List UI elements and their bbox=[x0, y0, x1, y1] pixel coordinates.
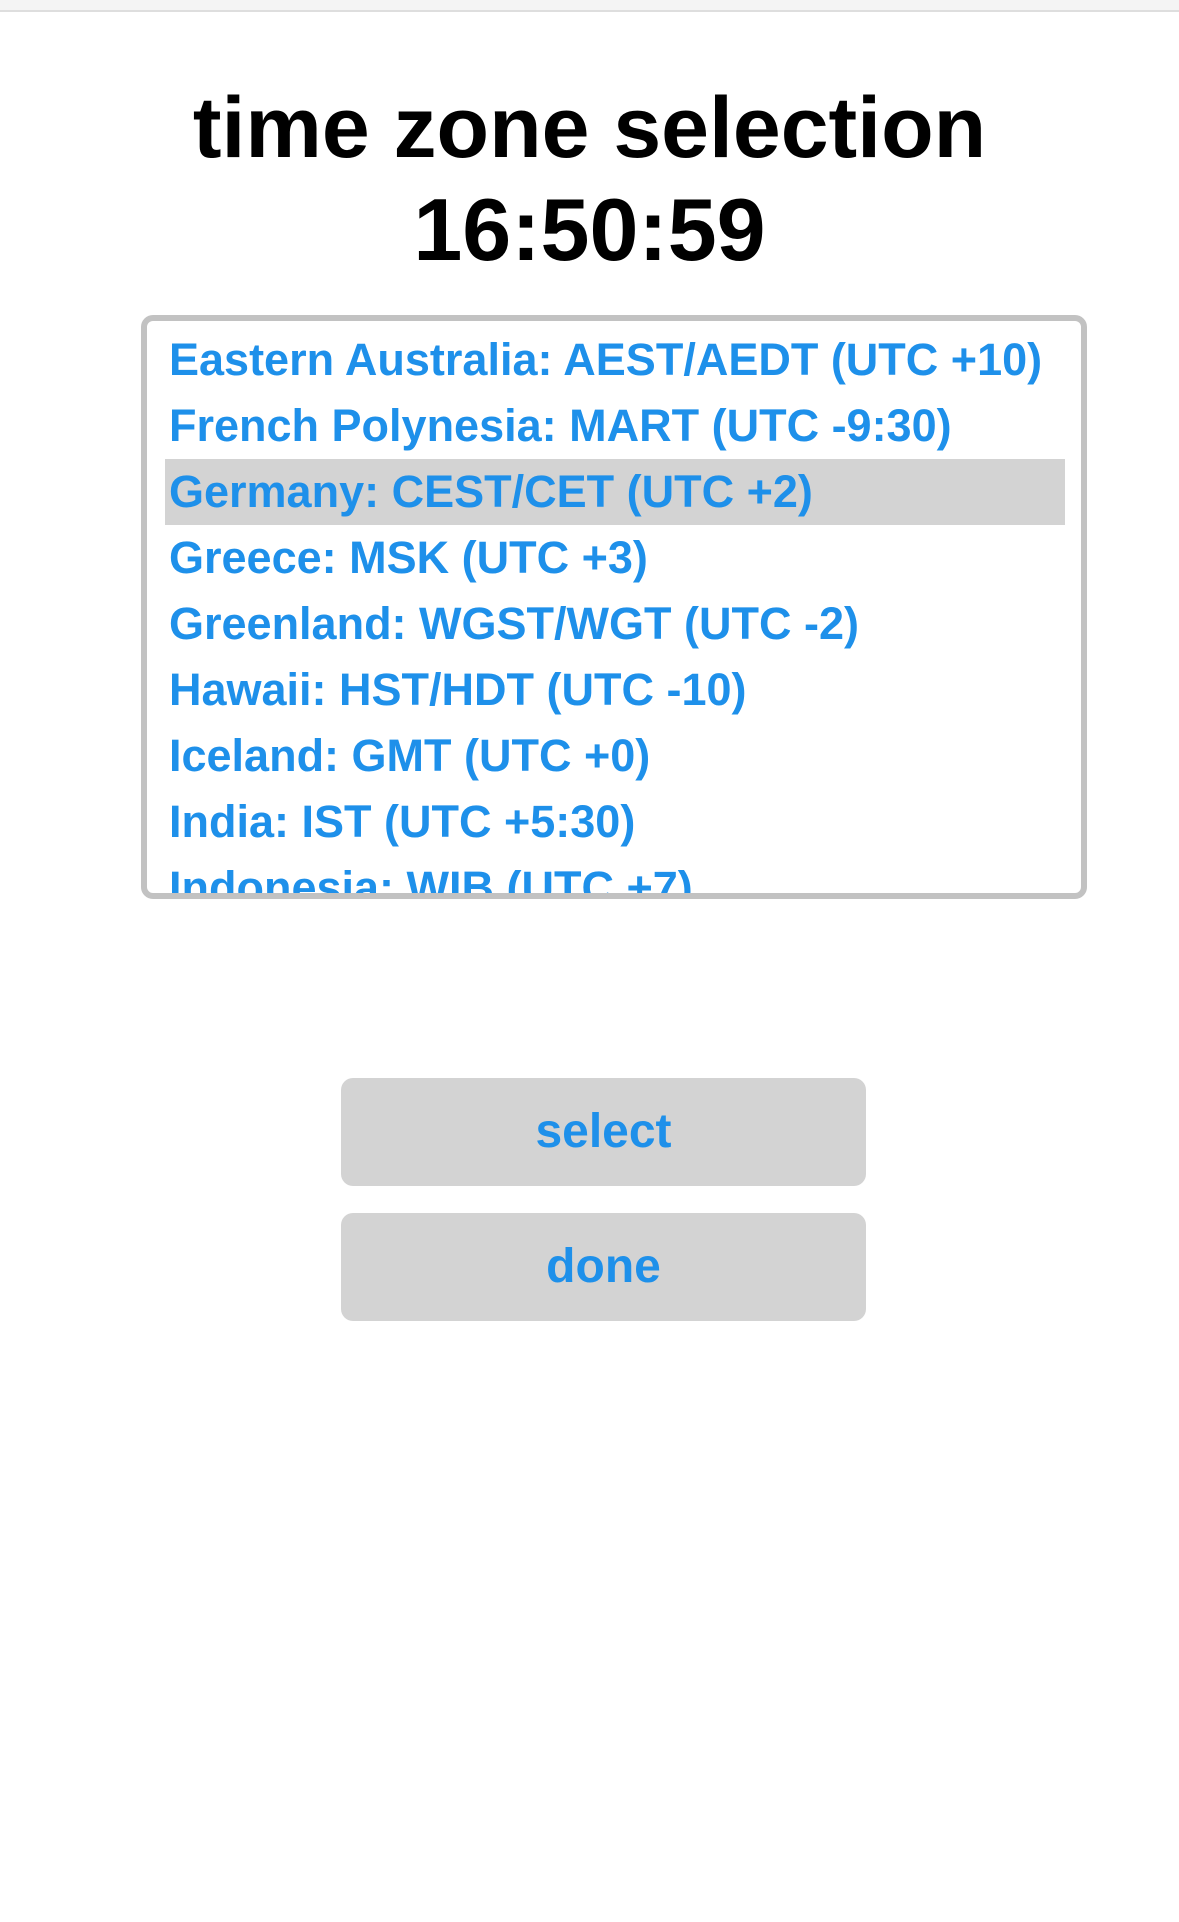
select-button[interactable]: select bbox=[341, 1078, 866, 1186]
timezone-option[interactable]: India: IST (UTC +5:30) bbox=[165, 789, 1065, 855]
timezone-option[interactable]: Indonesia: WIB (UTC +7) bbox=[165, 855, 1065, 893]
browser-top-edge bbox=[0, 0, 1179, 12]
timezone-listbox[interactable]: Eastern Australia: AEST/AEDT (UTC +10) F… bbox=[141, 315, 1087, 899]
timezone-option[interactable]: Iceland: GMT (UTC +0) bbox=[165, 723, 1065, 789]
timezone-option[interactable]: Greenland: WGST/WGT (UTC -2) bbox=[165, 591, 1065, 657]
timezone-option[interactable]: Eastern Australia: AEST/AEDT (UTC +10) bbox=[165, 327, 1065, 393]
done-button[interactable]: done bbox=[341, 1213, 866, 1321]
timezone-option[interactable]: French Polynesia: MART (UTC -9:30) bbox=[165, 393, 1065, 459]
timezone-option[interactable]: Greece: MSK (UTC +3) bbox=[165, 525, 1065, 591]
timezone-list-viewport[interactable]: Eastern Australia: AEST/AEDT (UTC +10) F… bbox=[147, 321, 1081, 893]
timezone-option-selected[interactable]: Germany: CEST/CET (UTC +2) bbox=[165, 459, 1065, 525]
current-time-clock: 16:50:59 bbox=[413, 180, 766, 279]
page-title: time zone selection bbox=[192, 80, 987, 176]
timezone-option[interactable]: Hawaii: HST/HDT (UTC -10) bbox=[165, 657, 1065, 723]
